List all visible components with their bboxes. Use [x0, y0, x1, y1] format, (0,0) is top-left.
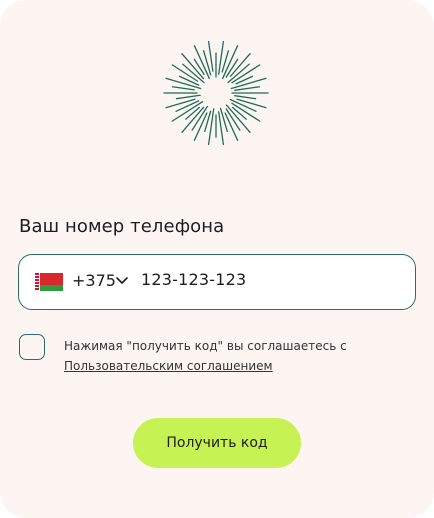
sunburst-ray	[236, 98, 267, 109]
sunburst-ray	[202, 50, 212, 76]
user-agreement-link[interactable]: Пользовательским соглашением	[64, 356, 347, 376]
sunburst-logo-icon	[163, 40, 269, 146]
get-code-button[interactable]: Получить код	[133, 418, 301, 468]
sunburst-ray	[165, 98, 196, 109]
consent-message: Нажимая "получить код" вы соглашаетесь с	[64, 339, 347, 353]
sunburst-ray	[207, 40, 214, 72]
phone-number-input[interactable]	[141, 270, 391, 289]
consent-checkbox[interactable]	[19, 334, 45, 360]
consent-text: Нажимая "получить код" вы соглашаетесь с…	[64, 336, 347, 376]
sunburst-ray	[193, 58, 205, 76]
sunburst-ray	[234, 86, 261, 91]
sunburst-ray	[171, 86, 195, 91]
phone-input-container[interactable]: +375	[18, 254, 416, 310]
country-code[interactable]: +375	[72, 271, 116, 290]
sunburst-ray	[234, 95, 257, 100]
sunburst-ray	[175, 94, 201, 100]
sunburst-ray	[231, 106, 247, 120]
chevron-down-icon[interactable]	[116, 276, 128, 286]
login-card: Ваш номер телефона +375 Нажимая "получит…	[0, 0, 434, 518]
sunburst-ray	[185, 106, 201, 120]
belarus-flag-icon[interactable]	[35, 273, 63, 291]
phone-field-label: Ваш номер телефона	[19, 216, 225, 237]
